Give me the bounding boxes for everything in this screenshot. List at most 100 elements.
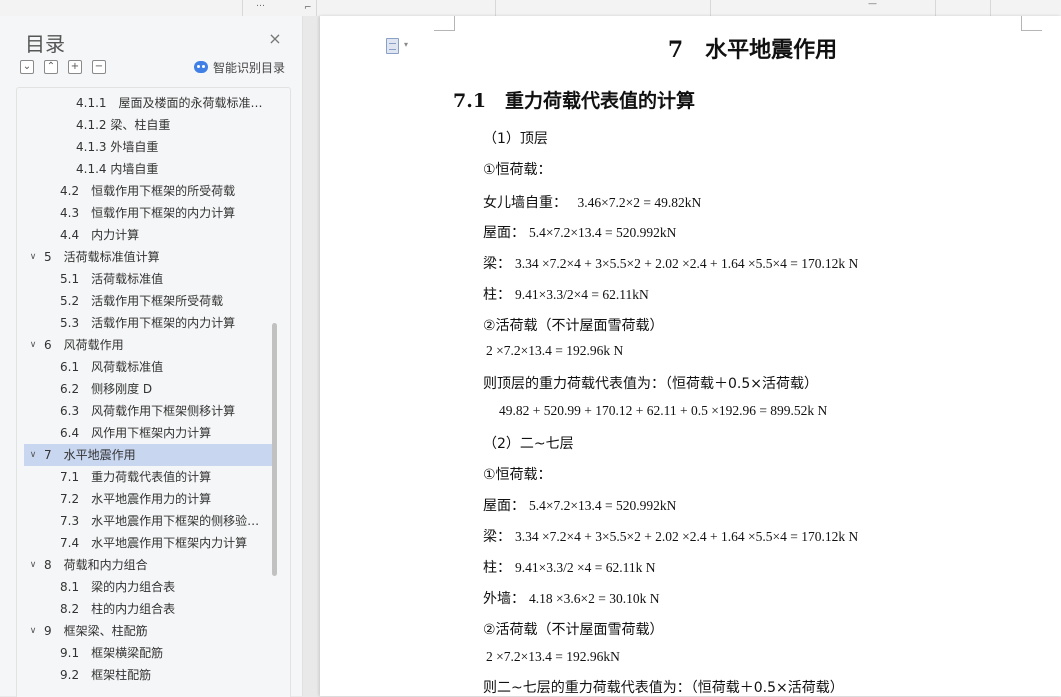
body-text: 梁：	[483, 529, 511, 545]
body-line: 梁： 3.34 ×7.2×4 + 3×5.5×2 + 2.02 ×2.4 + 1.…	[483, 253, 858, 273]
toc-item[interactable]: ∨ 7 水平地震作用	[24, 444, 272, 466]
toc-item[interactable]: ∨ 5 活荷载标准值计算	[24, 246, 272, 268]
toc-item-label: 5 活荷载标准值计算	[44, 250, 160, 264]
body-line: 柱： 9.41×3.3/2×4 = 62.11kN	[483, 284, 649, 304]
toc-item-label: 6.2 侧移刚度 D	[60, 382, 153, 396]
toolbar-divider	[316, 0, 317, 16]
toc-item-label: 6.3 风荷载作用下框架侧移计算	[60, 404, 236, 418]
toc-item[interactable]: 4.4 内力计算	[24, 224, 272, 246]
toolbar-divider	[495, 0, 496, 16]
toc-item-label: 6.1 风荷载标准值	[60, 360, 164, 374]
toc-item[interactable]: 7.1 重力荷载代表值的计算	[24, 466, 272, 488]
toc-item[interactable]: 6.4 风作用下框架内力计算	[24, 422, 272, 444]
formula: 9.41×3.3/2×4 = 62.11kN	[515, 287, 649, 302]
toc-item-label: 8 荷载和内力组合	[44, 558, 148, 572]
toc-title: 目录	[25, 32, 65, 56]
toc-item[interactable]: 9.1 框架横梁配筋	[24, 642, 272, 664]
body-line: （2）二~七层	[483, 433, 574, 453]
toc-item-label: 8.2 柱的内力组合表	[60, 602, 176, 616]
toolbar-mark: …	[256, 0, 265, 9]
toc-item-label: 6.4 风作用下框架内力计算	[60, 426, 212, 440]
body-text: 则二~七层的重力荷载代表值为：（恒荷载＋0.5×活荷载）	[483, 680, 844, 696]
formula: 2 ×7.2×13.4 = 192.96k N	[486, 343, 624, 358]
formula: 4.18 ×3.6×2 = 30.10k N	[529, 591, 660, 606]
toc-item-label: 6 风荷载作用	[44, 338, 124, 352]
toolbar-divider	[935, 0, 936, 16]
toc-item-label: 9.2 框架柱配筋	[60, 668, 152, 682]
toc-item[interactable]: 4.1.4 内墙自重	[24, 158, 272, 180]
toc-item[interactable]: 5.3 活载作用下框架的内力计算	[24, 312, 272, 334]
chevron-down-icon[interactable]: ∨	[28, 554, 38, 576]
toc-item[interactable]: 4.1.1 屋面及楼面的永荷载标准…	[24, 92, 272, 114]
body-line: 屋面： 5.4×7.2×13.4 = 520.992kN	[483, 222, 676, 242]
body-text: 柱：	[483, 560, 511, 576]
formula: 3.34 ×7.2×4 + 3×5.5×2 + 2.02 ×2.4 + 1.64…	[515, 256, 859, 271]
toc-tree: 4.1.1 屋面及楼面的永荷载标准… 4.1.2 梁、柱自重 4.1.3 外墙自重 4…	[16, 87, 291, 697]
body-text: 屋面：	[483, 498, 525, 514]
expand-all-icon[interactable]: ⌃	[44, 60, 58, 74]
toc-item-label: 5.3 活载作用下框架的内力计算	[60, 316, 236, 330]
toc-item[interactable]: 4.1.3 外墙自重	[24, 136, 272, 158]
toc-scrollbar[interactable]	[272, 323, 277, 576]
body-line: 则顶层的重力荷载代表值为：（恒荷载＋0.5×活荷载）	[483, 373, 818, 393]
toolbar-mark: ⌐	[304, 3, 312, 13]
body-text: ②活荷载（不计屋面雪荷载）	[483, 622, 664, 638]
chevron-down-icon[interactable]: ∨	[28, 246, 38, 268]
toc-item[interactable]: ∨ 9 框架梁、柱配筋	[24, 620, 272, 642]
collapse-all-icon[interactable]: ⌄	[20, 60, 34, 74]
toc-item-label: 7.1 重力荷载代表值的计算	[60, 470, 212, 484]
chevron-down-icon[interactable]: ∨	[28, 444, 38, 466]
toc-item[interactable]: 6.3 风荷载作用下框架侧移计算	[24, 400, 272, 422]
toc-item[interactable]: 6.2 侧移刚度 D	[24, 378, 272, 400]
body-line: ①恒荷载：	[483, 464, 552, 484]
body-text: 柱：	[483, 287, 511, 303]
toolbar-divider	[710, 0, 711, 16]
remove-heading-icon[interactable]: −	[92, 60, 106, 74]
formula: 5.4×7.2×13.4 = 520.992kN	[529, 498, 677, 513]
toc-item[interactable]: 5.2 活载作用下框架所受荷载	[24, 290, 272, 312]
body-line: 49.82 + 520.99 + 170.12 + 62.11 + 0.5 ×1…	[499, 403, 827, 419]
toolbar-divider	[242, 0, 243, 16]
body-line: 柱： 9.41×3.3/2 ×4 = 62.11k N	[483, 557, 655, 577]
section-heading: 7.1 重力荷载代表值的计算	[453, 90, 696, 112]
body-text: ①恒荷载：	[483, 467, 552, 483]
toc-item-label: 8.1 梁的内力组合表	[60, 580, 176, 594]
toc-item[interactable]: 7.4 水平地震作用下框架内力计算	[24, 532, 272, 554]
body-line: （1）顶层	[483, 128, 548, 148]
chevron-down-icon[interactable]: ∨	[28, 334, 38, 356]
toc-item-label: 7.2 水平地震作用力的计算	[60, 492, 212, 506]
formula: 2 ×7.2×13.4 = 192.96kN	[486, 649, 620, 664]
toc-item[interactable]: ∨ 8 荷载和内力组合	[24, 554, 272, 576]
toc-item-label: 9 框架梁、柱配筋	[44, 624, 148, 638]
document-page: ▾ 7 水平地震作用 7.1 重力荷载代表值的计算 （1）顶层 ①恒荷载： 女儿墙自…	[320, 16, 1061, 696]
page-corner-mark	[434, 16, 455, 31]
body-text: 外墙：	[483, 591, 525, 607]
ai-assistant-icon	[194, 61, 208, 73]
toc-item[interactable]: 9.2 框架柱配筋	[24, 664, 272, 686]
toc-item[interactable]: 6.1 风荷载标准值	[24, 356, 272, 378]
smart-toc-button[interactable]: 智能识别目录	[194, 59, 285, 75]
page-corner-mark	[1021, 16, 1042, 31]
body-line: 2 ×7.2×13.4 = 192.96k N	[486, 343, 623, 359]
formula: 49.82 + 520.99 + 170.12 + 62.11 + 0.5 ×1…	[499, 403, 828, 418]
toc-item[interactable]: 4.3 恒载作用下框架的内力计算	[24, 202, 272, 224]
body-text: ②活荷载（不计屋面雪荷载）	[483, 318, 664, 334]
body-line: ②活荷载（不计屋面雪荷载）	[483, 619, 664, 639]
toc-item[interactable]: 4.1.2 梁、柱自重	[24, 114, 272, 136]
toc-item[interactable]: 7.2 水平地震作用力的计算	[24, 488, 272, 510]
toc-item-label: 7.3 水平地震作用下框架的侧移验…	[60, 514, 260, 528]
toc-item[interactable]: 8.1 梁的内力组合表	[24, 576, 272, 598]
chevron-down-icon[interactable]: ∨	[28, 620, 38, 642]
toc-item[interactable]: 7.3 水平地震作用下框架的侧移验…	[24, 510, 272, 532]
body-line: 2 ×7.2×13.4 = 192.96kN	[486, 649, 620, 665]
close-icon[interactable]: ×	[267, 31, 283, 47]
body-text: 屋面：	[483, 225, 525, 241]
toc-item[interactable]: 4.2 恒载作用下框架的所受荷载	[24, 180, 272, 202]
toc-item[interactable]: 8.2 柱的内力组合表	[24, 598, 272, 620]
toc-item[interactable]: ∨ 6 风荷载作用	[24, 334, 272, 356]
body-text: （2）二~七层	[483, 436, 574, 452]
toc-item-label: 4.1.3 外墙自重	[76, 140, 159, 154]
add-heading-icon[interactable]: +	[68, 60, 82, 74]
toc-item-label: 5.1 活荷载标准值	[60, 272, 164, 286]
toc-item[interactable]: 5.1 活荷载标准值	[24, 268, 272, 290]
